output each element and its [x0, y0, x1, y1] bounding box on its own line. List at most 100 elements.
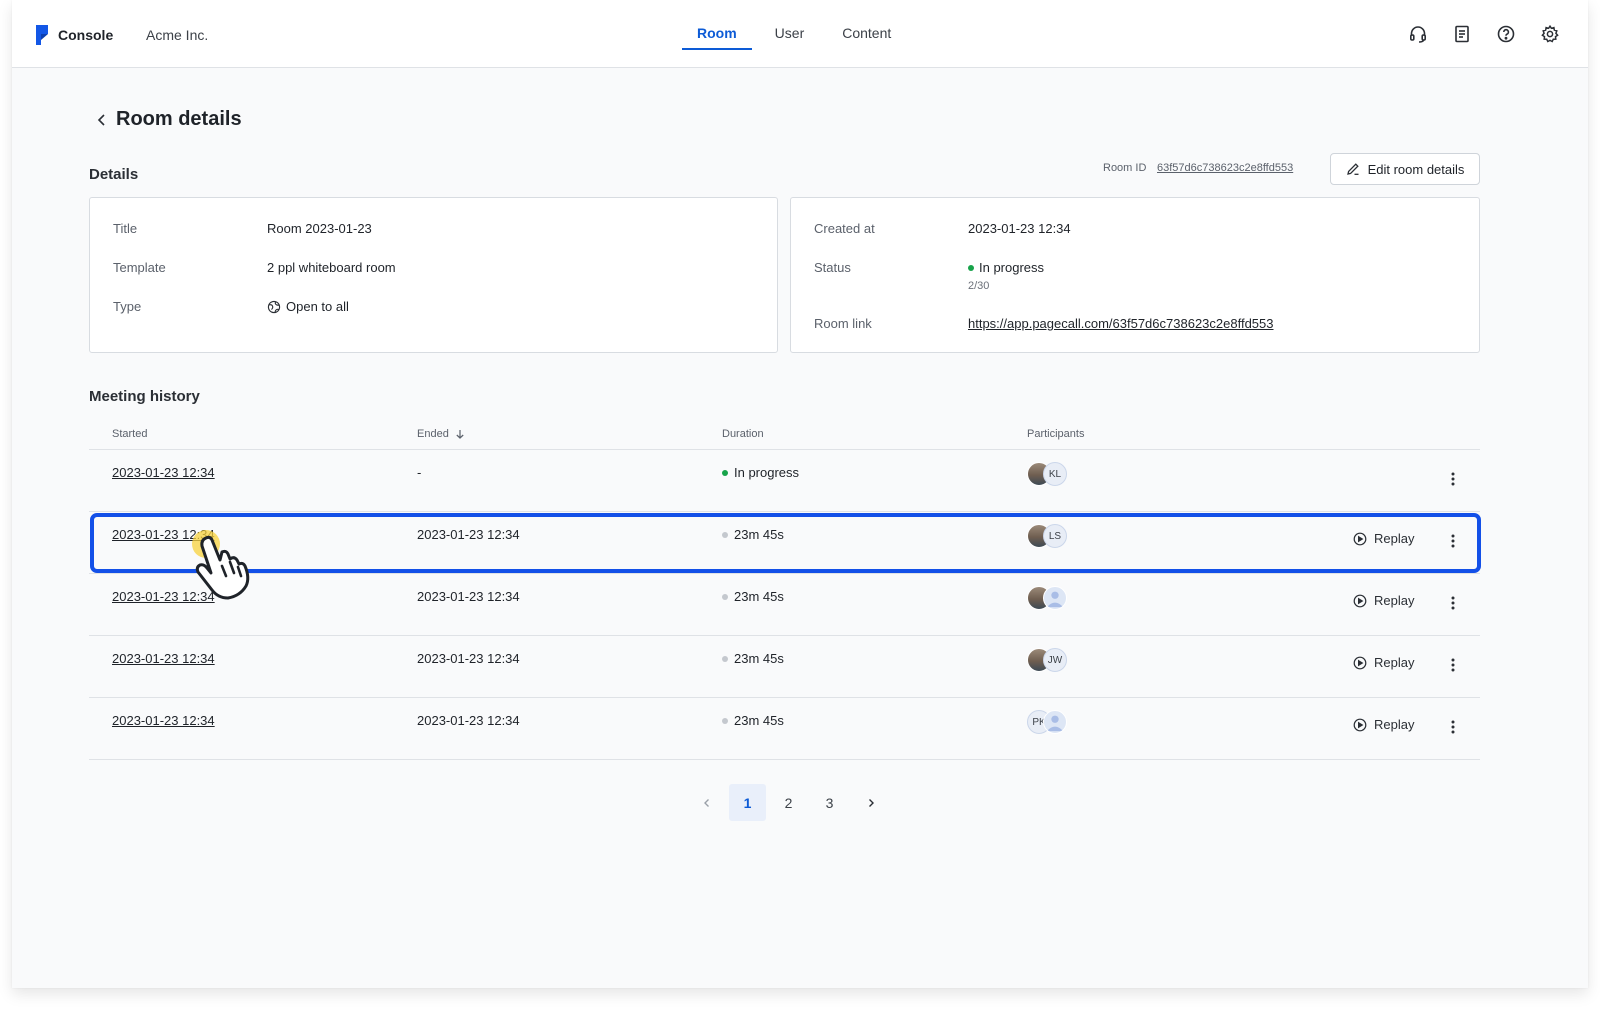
status-dot — [968, 264, 974, 271]
started-link[interactable]: 2023-01-23 12:34 — [112, 589, 215, 604]
play-circle-icon — [1353, 532, 1367, 545]
replay-label: Replay — [1374, 531, 1415, 546]
document-icon[interactable] — [1450, 22, 1474, 46]
organization-name[interactable]: Acme Inc. — [146, 27, 208, 43]
user-silhouette-icon — [1046, 591, 1064, 608]
replay-label: Replay — [1374, 655, 1415, 670]
started-link[interactable]: 2023-01-23 12:34 — [112, 651, 215, 666]
back-button[interactable] — [92, 110, 112, 130]
status-dot — [722, 593, 728, 600]
page-button-2[interactable]: 2 — [770, 784, 807, 821]
column-ended[interactable]: Ended — [417, 428, 465, 440]
previous-page-button[interactable] — [688, 784, 725, 821]
detail-label: Type — [113, 299, 142, 314]
ended-cell: 2023-01-23 12:34 — [417, 589, 520, 604]
details-heading: Details — [89, 166, 139, 183]
headset-icon[interactable] — [1406, 22, 1430, 46]
detail-label: Room link — [814, 316, 872, 331]
edit-room-details-label: Edit room details — [1367, 161, 1465, 177]
detail-value: Room 2023-01-23 — [267, 221, 372, 236]
duration-cell: 23m 45s — [722, 589, 784, 604]
table-row[interactable]: 2023-01-23 12:34 2023-01-23 12:34 23m 45… — [89, 636, 1480, 698]
play-circle-icon — [1353, 656, 1367, 669]
next-page-button[interactable] — [852, 784, 889, 821]
settings-icon[interactable] — [1538, 22, 1562, 46]
more-options-button[interactable] — [1445, 469, 1461, 489]
column-started[interactable]: Started — [112, 428, 147, 440]
kebab-menu-icon — [1451, 472, 1455, 486]
kebab-menu-icon — [1451, 596, 1455, 610]
participants[interactable] — [1027, 586, 1067, 610]
chevron-left-icon — [703, 798, 709, 807]
more-options-button[interactable] — [1445, 717, 1461, 737]
tab-room[interactable]: Room — [682, 0, 752, 50]
status-value: In progress — [968, 260, 1044, 275]
top-navigation-bar: Console Acme Inc. Room User Content — [12, 0, 1588, 68]
participants[interactable]: KL — [1027, 462, 1067, 486]
console-logo-icon — [36, 25, 48, 45]
column-participants[interactable]: Participants — [1027, 428, 1084, 440]
ended-cell: 2023-01-23 12:34 — [417, 713, 520, 728]
duration-text: In progress — [734, 465, 800, 480]
type-value-text: Open to all — [286, 299, 349, 314]
help-icon[interactable] — [1494, 22, 1518, 46]
status-dot — [722, 531, 728, 538]
started-link[interactable]: 2023-01-23 12:34 — [112, 465, 215, 480]
replay-button[interactable]: Replay — [1353, 593, 1414, 608]
more-options-button[interactable] — [1445, 593, 1461, 613]
table-row[interactable]: 2023-01-23 12:34 2023-01-23 12:34 23m 45… — [89, 512, 1480, 574]
table-header: Started Ended Duration Participants — [89, 420, 1480, 450]
table-row[interactable]: 2023-01-23 12:34 - In progress KL — [89, 450, 1480, 512]
ended-cell: 2023-01-23 12:34 — [417, 651, 520, 666]
column-duration[interactable]: Duration — [722, 428, 764, 440]
replay-button[interactable]: Replay — [1353, 655, 1414, 670]
kebab-menu-icon — [1451, 658, 1455, 672]
brand-name: Console — [58, 27, 114, 43]
replay-label: Replay — [1374, 717, 1415, 732]
globe-icon — [267, 300, 281, 313]
started-link[interactable]: 2023-01-23 12:34 — [112, 527, 215, 542]
more-options-button[interactable] — [1445, 655, 1461, 675]
duration-text: 23m 45s — [734, 527, 784, 542]
avatar — [1043, 586, 1067, 610]
avatar: KL — [1043, 462, 1067, 486]
room-link[interactable]: https://app.pagecall.com/63f57d6c738623c… — [968, 316, 1274, 331]
table-row[interactable]: 2023-01-23 12:34 2023-01-23 12:34 23m 45… — [89, 574, 1480, 636]
duration-text: 23m 45s — [734, 713, 784, 728]
header-actions — [1406, 22, 1562, 46]
page-title: Room details — [116, 108, 242, 130]
tab-content[interactable]: Content — [827, 0, 906, 50]
tab-user[interactable]: User — [760, 0, 820, 50]
edit-room-details-button[interactable]: Edit room details — [1330, 153, 1480, 185]
page-button-3[interactable]: 3 — [811, 784, 848, 821]
status-dot — [722, 717, 728, 724]
more-options-button[interactable] — [1445, 531, 1461, 551]
play-circle-icon — [1353, 594, 1367, 607]
duration-cell: 23m 45s — [722, 713, 784, 728]
detail-label: Created at — [814, 221, 875, 236]
status-text: In progress — [979, 260, 1045, 275]
replay-button[interactable]: Replay — [1353, 531, 1414, 546]
column-ended-label: Ended — [417, 428, 449, 440]
meeting-history-table: Started Ended Duration Participants 2023… — [89, 420, 1480, 760]
participants[interactable]: LS — [1027, 524, 1067, 548]
table-row[interactable]: 2023-01-23 12:34 2023-01-23 12:34 23m 45… — [89, 698, 1480, 760]
duration-cell: In progress — [722, 465, 799, 480]
replay-button[interactable]: Replay — [1353, 717, 1414, 732]
play-circle-icon — [1353, 718, 1367, 731]
chevron-left-icon — [97, 114, 105, 126]
participants[interactable]: JW — [1027, 648, 1067, 672]
console-window: Console Acme Inc. Room User Content Room… — [12, 0, 1588, 988]
detail-value: 2 ppl whiteboard room — [267, 260, 396, 275]
details-card-right: Created at 2023-01-23 12:34 Status In pr… — [790, 197, 1480, 353]
brand[interactable]: Console — [34, 24, 113, 46]
duration-text: 23m 45s — [734, 651, 784, 666]
pagination: 1 2 3 — [688, 784, 889, 821]
page-button-1[interactable]: 1 — [729, 784, 766, 821]
replay-label: Replay — [1374, 593, 1415, 608]
started-link[interactable]: 2023-01-23 12:34 — [112, 713, 215, 728]
ended-cell: - — [417, 465, 422, 480]
detail-label: Title — [113, 221, 138, 236]
room-id-link[interactable]: 63f57d6c738623c2e8ffd553 — [1157, 162, 1293, 174]
participants[interactable]: PK — [1027, 710, 1067, 734]
